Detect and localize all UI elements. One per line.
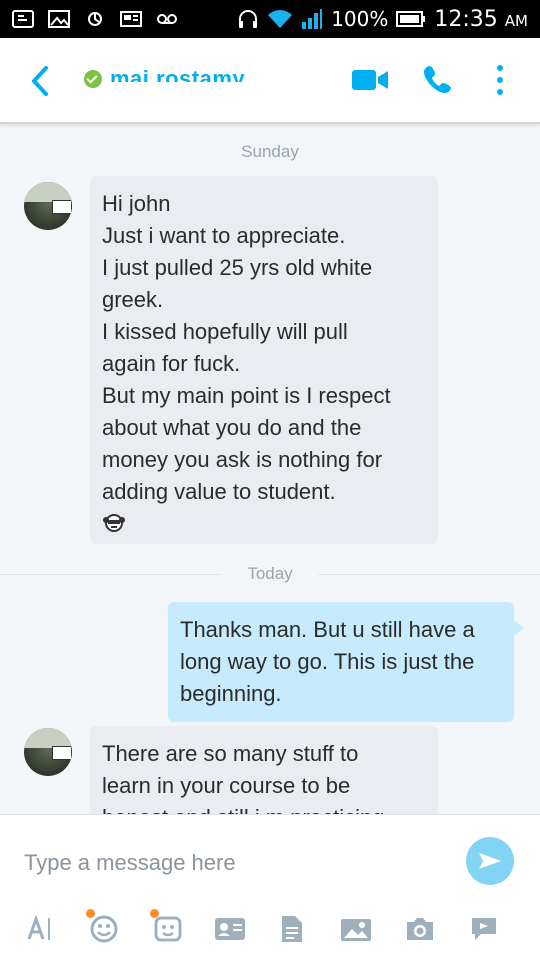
notification-dot xyxy=(150,909,159,918)
wifi-icon xyxy=(268,10,293,28)
headset-icon xyxy=(239,10,258,28)
message-bubble-outgoing[interactable]: Thanks man. But u still have a long way … xyxy=(168,602,524,722)
more-options-icon[interactable] xyxy=(494,64,506,96)
video-message-icon xyxy=(472,918,496,940)
status-bar: 100% 12:35 AM xyxy=(0,0,540,38)
message-line: greek. xyxy=(102,287,164,312)
signal-icon xyxy=(302,9,323,29)
send-icon xyxy=(479,853,501,869)
message-line: But my main point is I respect xyxy=(102,383,391,408)
smiley-icon xyxy=(90,915,118,943)
message-line: money you ask is nothing for xyxy=(102,447,383,472)
contact-avatar[interactable] xyxy=(24,182,72,230)
message-line: learn in your course to be xyxy=(102,773,351,798)
contact-avatar[interactable] xyxy=(24,728,72,776)
send-button[interactable] xyxy=(466,837,514,885)
cast-notification-icon xyxy=(12,10,34,28)
message-line: I just pulled 25 yrs old white xyxy=(102,255,373,280)
message-line: again for fuck. xyxy=(102,351,241,376)
message-line: Just i want to appreciate. xyxy=(102,223,346,248)
media-gallery-button[interactable] xyxy=(338,911,374,947)
clock-time: 12:35 xyxy=(434,6,498,32)
emoticons-button[interactable] xyxy=(86,909,122,947)
message-input[interactable] xyxy=(24,845,444,881)
text-format-button[interactable] xyxy=(22,911,58,947)
date-separator-label: Sunday xyxy=(225,142,315,161)
moji-icon xyxy=(154,916,182,942)
gallery-notification-icon xyxy=(48,10,70,28)
contact-name[interactable]: mai rostamy xyxy=(110,66,245,82)
message-line: honest and still i m practicing xyxy=(102,802,426,814)
message-line: about what you do and the xyxy=(102,415,362,440)
message-bubble-incoming[interactable]: Hi john Just i want to appreciate. I jus… xyxy=(90,176,438,544)
file-icon xyxy=(282,916,302,942)
date-separator-sunday: Sunday xyxy=(0,142,540,162)
gallery-icon xyxy=(341,919,371,941)
message-line: There are so many stuff to xyxy=(102,741,359,766)
message-line: Hi john xyxy=(102,191,171,216)
news-notification-icon xyxy=(120,11,142,27)
chat-history[interactable]: Sunday Hi john Just i want to appreciate… xyxy=(0,124,540,814)
message-bubble-incoming[interactable]: There are so many stuff to learn in your… xyxy=(90,726,438,814)
date-separator-label: Today xyxy=(231,564,309,583)
clock: 12:35 AM xyxy=(434,7,528,32)
camera-icon xyxy=(407,918,433,940)
battery-percent: 100% xyxy=(331,7,389,31)
battery-icon xyxy=(396,11,426,27)
camera-button[interactable] xyxy=(402,911,438,947)
message-line: Thanks man. But u still have a xyxy=(180,617,475,642)
contact-card-icon xyxy=(215,918,245,940)
send-contact-button[interactable] xyxy=(212,911,248,947)
compose-bar xyxy=(0,814,540,960)
phone-call-icon[interactable] xyxy=(424,64,452,94)
date-separator-today: Today xyxy=(0,564,540,584)
sync-notification-icon xyxy=(88,12,102,26)
compose-toolbar xyxy=(0,909,540,951)
message-line: adding value to student. xyxy=(102,479,336,504)
back-arrow-icon[interactable] xyxy=(26,64,54,98)
notification-dot xyxy=(86,909,95,918)
message-line: I kissed hopefully will pull xyxy=(102,319,348,344)
send-file-button[interactable] xyxy=(274,911,310,947)
moji-button[interactable] xyxy=(150,909,186,947)
text-format-icon xyxy=(27,914,50,940)
monkey-emoticon-icon xyxy=(103,514,125,532)
clock-ampm: AM xyxy=(504,11,528,30)
conversation-header: mai rostamy xyxy=(0,38,540,124)
voicemail-notification-icon xyxy=(157,14,177,24)
video-call-icon[interactable] xyxy=(352,68,388,92)
presence-online-icon xyxy=(84,70,102,88)
message-line: long way to go. This is just the xyxy=(180,649,475,674)
video-message-button[interactable] xyxy=(466,911,502,947)
message-line: beginning. xyxy=(180,681,282,706)
